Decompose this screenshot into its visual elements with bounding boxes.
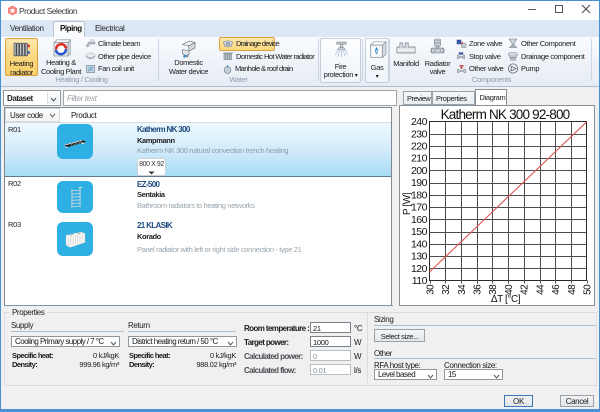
svg-text:P [W]: P [W] [402,192,413,215]
svg-text:230: 230 [411,128,428,140]
svg-text:240: 240 [411,116,428,128]
svg-text:32: 32 [441,284,452,295]
svg-text:180: 180 [411,189,428,201]
svg-text:Katherm NK 300 92-800: Katherm NK 300 92-800 [441,107,570,122]
svg-text:120: 120 [411,263,428,275]
svg-text:30: 30 [425,284,436,295]
svg-text:220: 220 [411,140,428,152]
svg-text:140: 140 [411,238,428,250]
svg-text:ΔT [°C]: ΔT [°C] [491,294,521,305]
svg-text:160: 160 [411,214,428,226]
svg-text:170: 170 [411,202,428,214]
svg-text:34: 34 [457,284,468,295]
svg-text:44: 44 [535,284,546,295]
svg-text:130: 130 [411,251,428,263]
svg-text:48: 48 [567,284,578,295]
svg-text:46: 46 [551,284,562,295]
svg-text:36: 36 [473,284,484,295]
svg-text:200: 200 [411,165,428,177]
svg-text:42: 42 [520,284,531,295]
svg-text:190: 190 [411,177,428,189]
svg-text:150: 150 [411,226,428,238]
svg-text:50: 50 [583,284,594,295]
svg-text:210: 210 [411,153,428,165]
